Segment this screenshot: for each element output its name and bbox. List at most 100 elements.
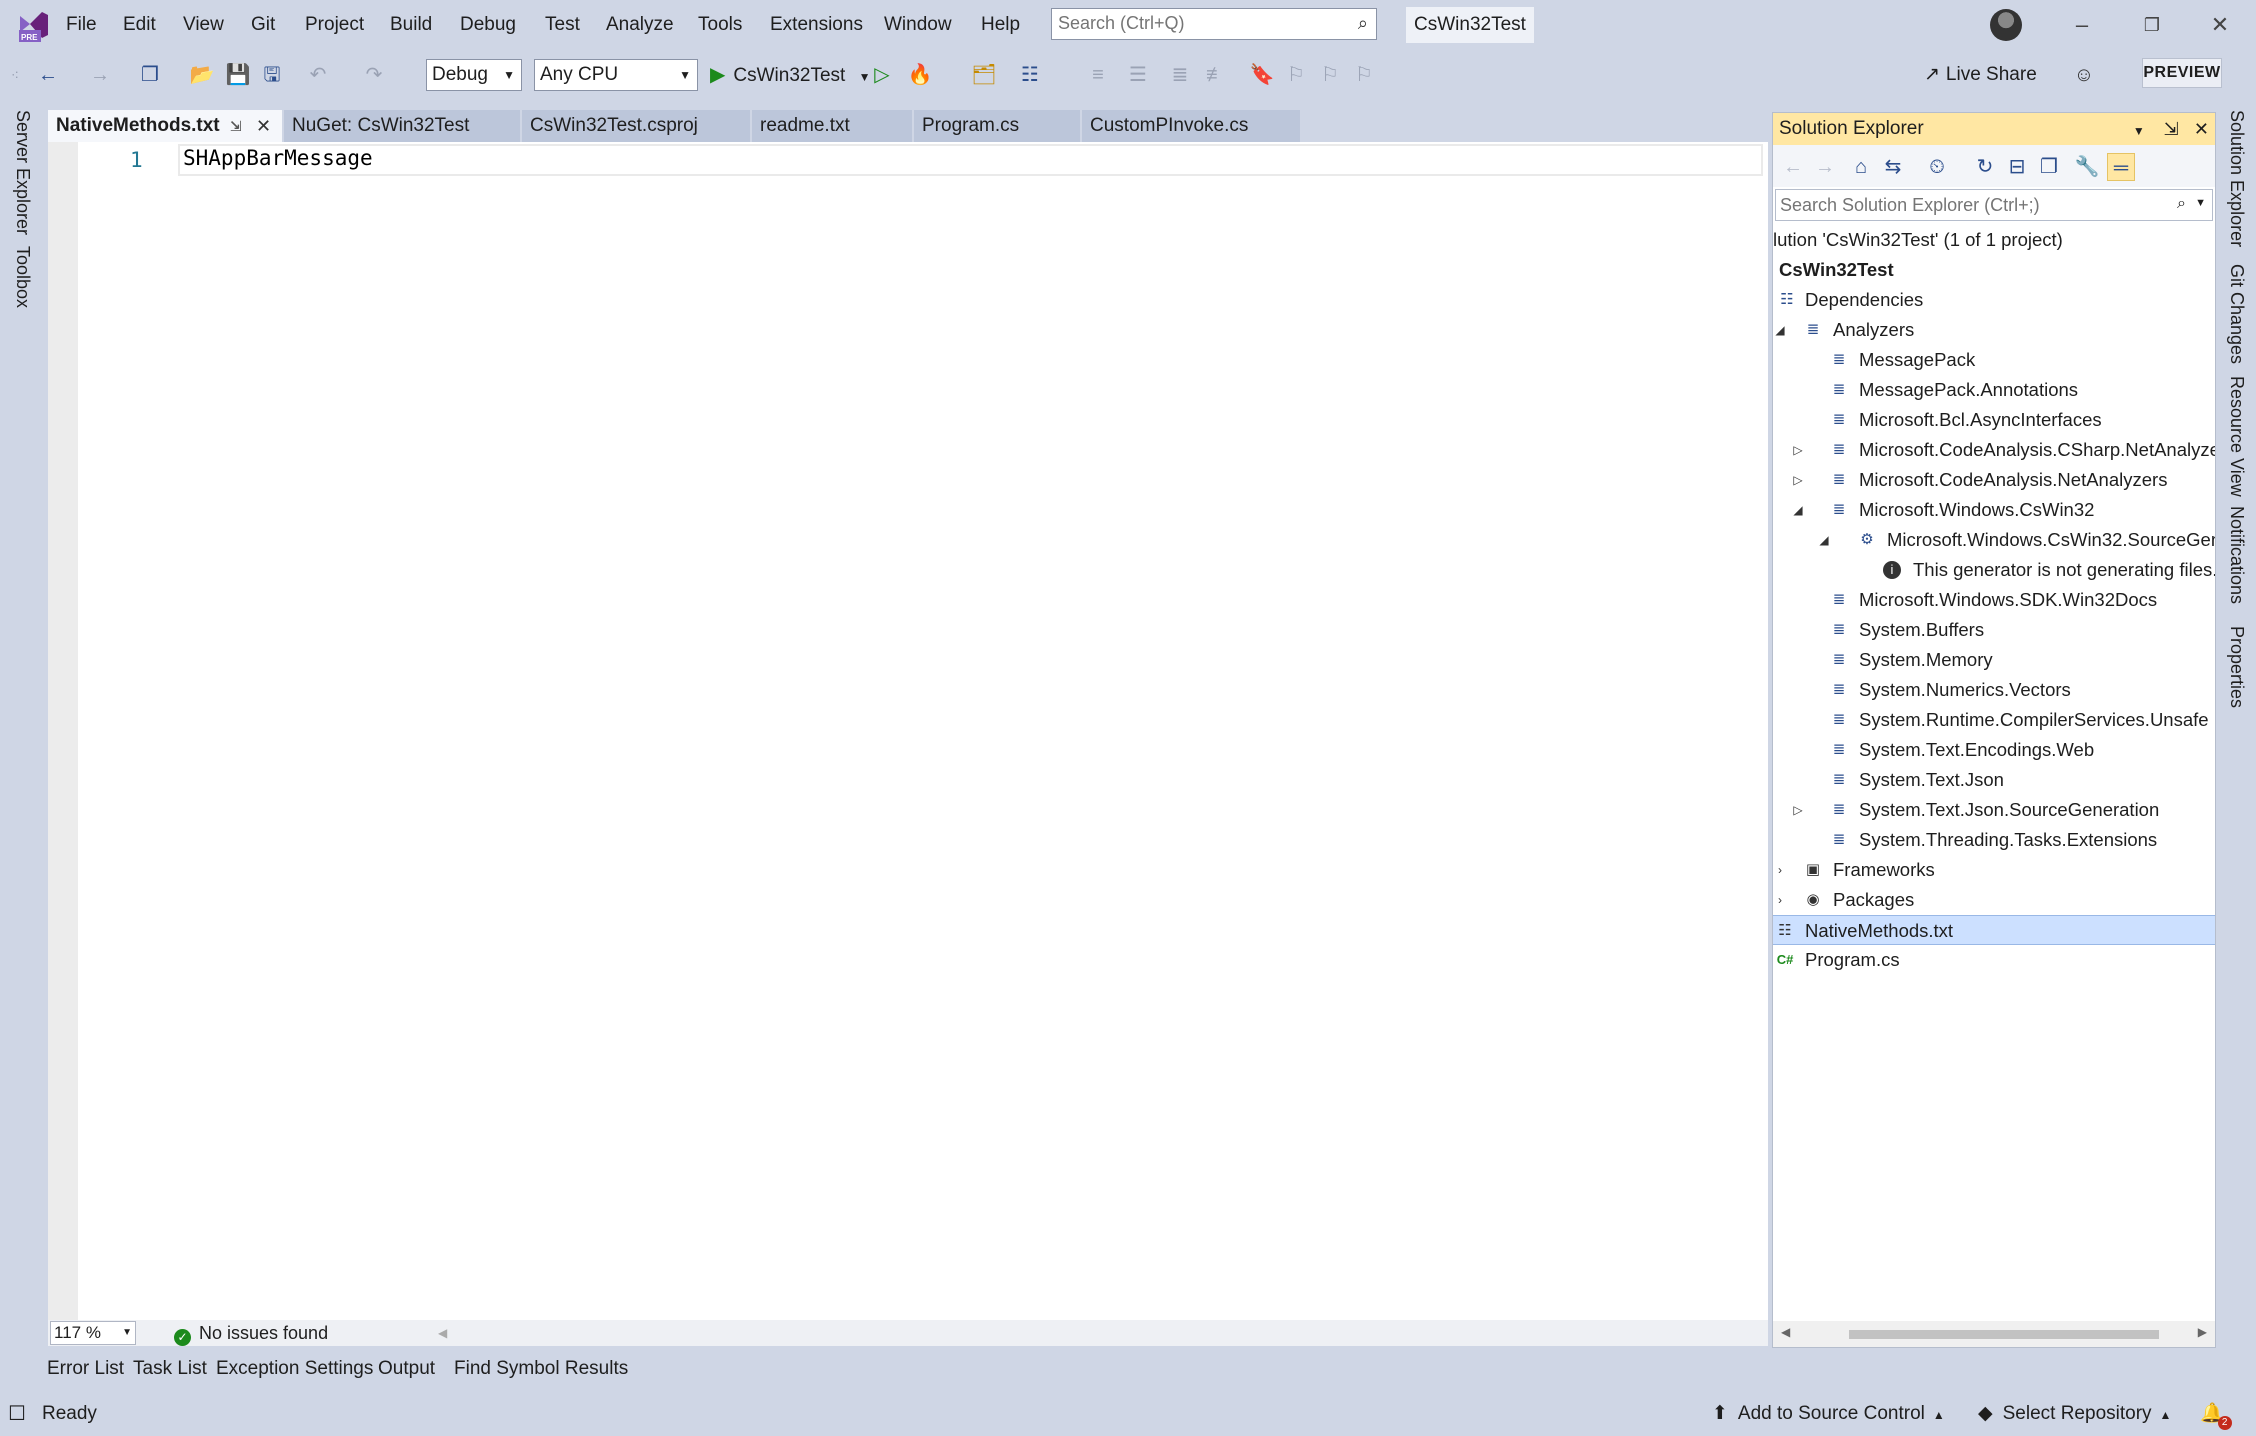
- zoom-select[interactable]: 117 % ▼: [50, 1321, 136, 1345]
- forward-icon[interactable]: →: [1811, 153, 1839, 181]
- tree-node-analyzer[interactable]: ≣ MessagePack: [1773, 345, 2215, 375]
- server-explorer-tab[interactable]: Server Explorer: [12, 110, 33, 235]
- resource-view-tab[interactable]: Resource View: [2226, 376, 2247, 497]
- solution-configuration-select[interactable]: Debug ▼: [426, 59, 522, 91]
- layout-icon[interactable]: ☷: [1016, 60, 1044, 90]
- tab-csproj[interactable]: CsWin32Test.csproj: [522, 110, 750, 142]
- navigate-back-icon[interactable]: ←: [34, 60, 62, 90]
- bookmark-icon[interactable]: 🔖: [1248, 60, 1276, 90]
- tree-node-analyzer[interactable]: ▷ ≣ Microsoft.CodeAnalysis.CSharp.NetAnaly…: [1773, 435, 2215, 465]
- select-repository-button[interactable]: ◆ Select Repository ▲: [1978, 1402, 2171, 1427]
- navigate-forward-icon[interactable]: →: [86, 60, 114, 90]
- start-debugging-button[interactable]: ▶ CsWin32Test ▼: [710, 60, 870, 90]
- tab-task-list[interactable]: Task List: [133, 1356, 207, 1382]
- tree-node-analyzer[interactable]: ◢ ≣ Microsoft.Windows.CsWin32: [1773, 495, 2215, 525]
- preview-selected-icon[interactable]: ═: [2107, 153, 2135, 181]
- pin-icon[interactable]: ⇲: [230, 110, 242, 142]
- collapsed-icon[interactable]: ▷: [1791, 795, 1805, 825]
- tree-node-dependencies[interactable]: ☷ Dependencies: [1773, 285, 2215, 315]
- solution-explorer-search-input[interactable]: [1776, 190, 2156, 220]
- uncomment-icon[interactable]: ≢: [1202, 60, 1230, 90]
- tree-node-program[interactable]: C# Program.cs: [1773, 945, 2215, 975]
- tab-error-list[interactable]: Error List: [47, 1356, 124, 1382]
- collapse-all-icon[interactable]: ⊟: [2003, 153, 2031, 181]
- tab-output[interactable]: Output: [378, 1356, 435, 1382]
- menu-analyze[interactable]: Analyze: [606, 12, 674, 38]
- tree-node-packages[interactable]: › ◉ Packages: [1773, 885, 2215, 915]
- close-tab-icon[interactable]: ✕: [256, 110, 271, 142]
- prev-bookmark-icon[interactable]: ⚐: [1282, 60, 1310, 90]
- save-icon[interactable]: 💾: [224, 60, 252, 90]
- tree-node-analyzer[interactable]: ≣ System.Memory: [1773, 645, 2215, 675]
- menu-build[interactable]: Build: [390, 12, 432, 38]
- tree-node-analyzer[interactable]: ≣ MessagePack.Annotations: [1773, 375, 2215, 405]
- tree-node-source-generator[interactable]: ◢ ⚙ Microsoft.Windows.CsWin32.SourceGene: [1773, 525, 2215, 555]
- menu-extensions[interactable]: Extensions: [770, 12, 863, 38]
- expanded-icon[interactable]: ◢: [1773, 315, 1787, 345]
- tree-node-analyzer[interactable]: ≣ System.Threading.Tasks.Extensions: [1773, 825, 2215, 855]
- close-window-icon[interactable]: ✕: [2200, 8, 2240, 42]
- tree-node-frameworks[interactable]: › ▣ Frameworks: [1773, 855, 2215, 885]
- tree-node-analyzer[interactable]: ≣ System.Text.Json: [1773, 765, 2215, 795]
- close-icon[interactable]: ✕: [2194, 119, 2209, 139]
- menu-test[interactable]: Test: [545, 12, 580, 38]
- global-search-box[interactable]: ⌕: [1051, 8, 1377, 40]
- open-folder-icon[interactable]: 📂: [188, 60, 216, 90]
- format-icon[interactable]: ☰: [1124, 60, 1152, 90]
- code-editor[interactable]: 1 SHAppBarMessage: [48, 142, 1768, 1320]
- collapsed-icon[interactable]: ›: [1773, 885, 1787, 915]
- properties-tab[interactable]: Properties: [2226, 626, 2247, 708]
- switch-views-icon[interactable]: ⇆: [1879, 153, 1907, 181]
- start-without-debugging-icon[interactable]: ▷: [868, 60, 896, 90]
- collapsed-icon[interactable]: ▷: [1791, 435, 1805, 465]
- menu-tools[interactable]: Tools: [698, 12, 742, 38]
- minimize-icon[interactable]: –: [2062, 8, 2102, 42]
- add-to-source-control-button[interactable]: ⬆ Add to Source Control ▲: [1712, 1402, 1945, 1427]
- home-icon[interactable]: ⌂: [1847, 153, 1875, 181]
- feedback-icon[interactable]: ☺: [2070, 60, 2098, 90]
- new-item-icon[interactable]: ❐: [136, 60, 164, 90]
- tab-nativemethods[interactable]: NativeMethods.txt ⇲ ✕: [48, 110, 282, 142]
- notifications-tab[interactable]: Notifications: [2226, 506, 2247, 604]
- tree-node-analyzer[interactable]: ≣ Microsoft.Bcl.AsyncInterfaces: [1773, 405, 2215, 435]
- tab-exception-settings[interactable]: Exception Settings: [216, 1356, 373, 1382]
- tree-node-project[interactable]: CsWin32Test: [1773, 255, 2215, 285]
- clear-bookmarks-icon[interactable]: ⚐: [1350, 60, 1378, 90]
- menu-help[interactable]: Help: [981, 12, 1020, 38]
- scroll-left-icon[interactable]: ◀: [438, 1320, 447, 1346]
- restore-icon[interactable]: ❐: [2132, 8, 2172, 42]
- solution-platform-select[interactable]: Any CPU ▼: [534, 59, 698, 91]
- menu-git[interactable]: Git: [251, 12, 275, 38]
- tab-custompinvoke[interactable]: CustomPInvoke.cs: [1082, 110, 1300, 142]
- preview-badge[interactable]: PREVIEW: [2142, 58, 2222, 88]
- comment-icon[interactable]: ≣: [1166, 60, 1194, 90]
- pending-changes-filter-icon[interactable]: ⏲: [1923, 153, 1951, 181]
- issues-indicator[interactable]: ✓ No issues found: [174, 1320, 328, 1346]
- menu-debug[interactable]: Debug: [460, 12, 516, 38]
- collapsed-icon[interactable]: ›: [1773, 855, 1787, 885]
- tree-node-analyzer[interactable]: ≣ Microsoft.Windows.SDK.Win32Docs: [1773, 585, 2215, 615]
- scroll-right-icon[interactable]: ▶: [2198, 1325, 2207, 1339]
- tree-node-analyzer[interactable]: ▷ ≣ System.Text.Json.SourceGeneration: [1773, 795, 2215, 825]
- tree-node-nativemethods[interactable]: ☷ NativeMethods.txt: [1773, 915, 2215, 945]
- live-share-button[interactable]: ↗ Live Share: [1924, 60, 2037, 90]
- notifications-button[interactable]: 🔔2: [2200, 1402, 2238, 1430]
- sync-icon[interactable]: ↻: [1971, 153, 1999, 181]
- solution-explorer-tab[interactable]: Solution Explorer: [2226, 110, 2247, 247]
- menu-file[interactable]: File: [66, 12, 97, 38]
- properties-icon[interactable]: 🔧: [2073, 153, 2101, 181]
- menu-window[interactable]: Window: [884, 12, 952, 38]
- tree-node-analyzer[interactable]: ≣ System.Runtime.CompilerServices.Unsafe: [1773, 705, 2215, 735]
- next-bookmark-icon[interactable]: ⚐: [1316, 60, 1344, 90]
- pin-icon[interactable]: ⇲: [2164, 119, 2179, 139]
- tree-node-info[interactable]: i This generator is not generating files.: [1773, 555, 2215, 585]
- tree-node-analyzers[interactable]: ◢ ≣ Analyzers: [1773, 315, 2215, 345]
- undo-icon[interactable]: ↶: [304, 60, 332, 90]
- chevron-down-icon[interactable]: ▼: [2133, 124, 2145, 138]
- tab-find-symbol-results[interactable]: Find Symbol Results: [454, 1356, 628, 1382]
- tree-node-analyzer[interactable]: ≣ System.Buffers: [1773, 615, 2215, 645]
- solution-explorer-search[interactable]: ⌕ ▼: [1775, 189, 2213, 221]
- horizontal-scrollbar[interactable]: ◀ ▶: [1773, 1321, 2215, 1347]
- back-icon[interactable]: ←: [1779, 153, 1807, 181]
- code-line[interactable]: SHAppBarMessage: [183, 146, 373, 170]
